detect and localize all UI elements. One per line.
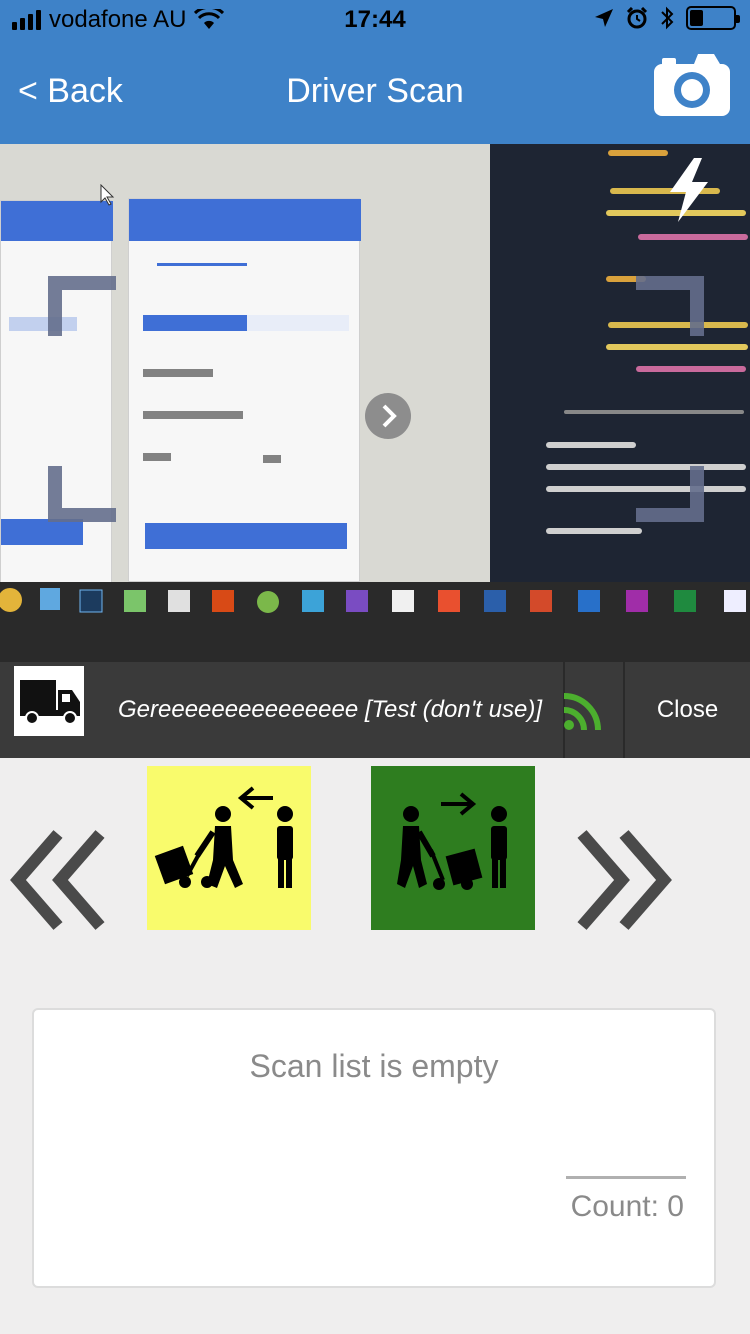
scan-frame-corner-bottom-right bbox=[636, 466, 704, 522]
rss-feed-icon bbox=[563, 693, 601, 731]
location-arrow-icon bbox=[595, 9, 613, 27]
double-chevron-left-icon[interactable] bbox=[8, 828, 108, 932]
preview-mockup-left bbox=[0, 200, 113, 590]
deliver-parcel-icon[interactable] bbox=[371, 766, 535, 930]
scan-frame-corner-top-left bbox=[48, 276, 116, 336]
preview-taskbar-icons bbox=[0, 588, 746, 613]
preview-mockup-text-3 bbox=[143, 453, 171, 461]
receive-parcel-icon[interactable] bbox=[147, 766, 311, 930]
status-bar: vodafone AU 17:44 bbox=[0, 0, 750, 40]
preview-terminal-line-4 bbox=[546, 528, 642, 534]
bluetooth-icon bbox=[661, 6, 674, 30]
preview-mockup-tab bbox=[247, 315, 349, 331]
preview-mockup-tab-active bbox=[143, 315, 247, 331]
preview-mockup-progress bbox=[157, 263, 247, 266]
preview-mockup-left-button bbox=[1, 519, 83, 545]
battery-level bbox=[690, 10, 703, 26]
scan-frame-corner-bottom-left bbox=[48, 466, 116, 522]
preview-mockup-left-header bbox=[1, 201, 113, 241]
camera-icon[interactable] bbox=[654, 54, 730, 116]
preview-mockup-text-2 bbox=[143, 411, 243, 419]
preview-taskbar bbox=[0, 582, 750, 662]
scan-list[interactable]: Scan list is empty Count: 0 bbox=[32, 1008, 716, 1288]
scan-frame-corner-top-right bbox=[636, 276, 704, 336]
camera-preview[interactable] bbox=[0, 144, 750, 662]
close-button[interactable]: Close bbox=[625, 696, 750, 724]
preview-mockup-next-button bbox=[145, 523, 347, 549]
arrow-right-circle-icon bbox=[365, 393, 411, 439]
driver-name: Gereeeeeeeeeeeeeee [Test (don't use)] bbox=[117, 696, 542, 723]
preview-code-line-7 bbox=[606, 344, 748, 350]
preview-terminal-line-1 bbox=[546, 442, 636, 448]
preview-mockup-phone bbox=[128, 198, 361, 582]
scan-list-empty-message: Scan list is empty bbox=[249, 1048, 499, 1084]
preview-panel-tabs bbox=[564, 410, 744, 414]
alarm-icon bbox=[626, 7, 648, 29]
page-title: Driver Scan bbox=[286, 72, 464, 110]
preview-mockup-text-1 bbox=[143, 369, 213, 377]
count-divider bbox=[566, 1176, 686, 1179]
preview-mockup-text-4 bbox=[263, 455, 281, 463]
preview-code-line-8 bbox=[636, 366, 746, 372]
battery-icon bbox=[686, 6, 740, 30]
flash-icon[interactable] bbox=[666, 158, 710, 222]
scan-count: Count: 0 bbox=[570, 1190, 684, 1223]
double-chevron-right-icon[interactable] bbox=[574, 828, 674, 932]
preview-mockup-header bbox=[129, 199, 361, 241]
driver-info-bar: Gereeeeeeeeeeeeeee [Test (don't use)] Cl… bbox=[0, 662, 750, 758]
truck-icon bbox=[14, 666, 84, 736]
mouse-cursor-icon bbox=[100, 184, 115, 206]
status-bar-right bbox=[594, 6, 740, 30]
nav-bar: < Back Driver Scan bbox=[0, 40, 750, 144]
preview-code-line-4 bbox=[638, 234, 748, 240]
preview-code-line-1 bbox=[608, 150, 668, 156]
preview-screen-right bbox=[490, 144, 750, 582]
